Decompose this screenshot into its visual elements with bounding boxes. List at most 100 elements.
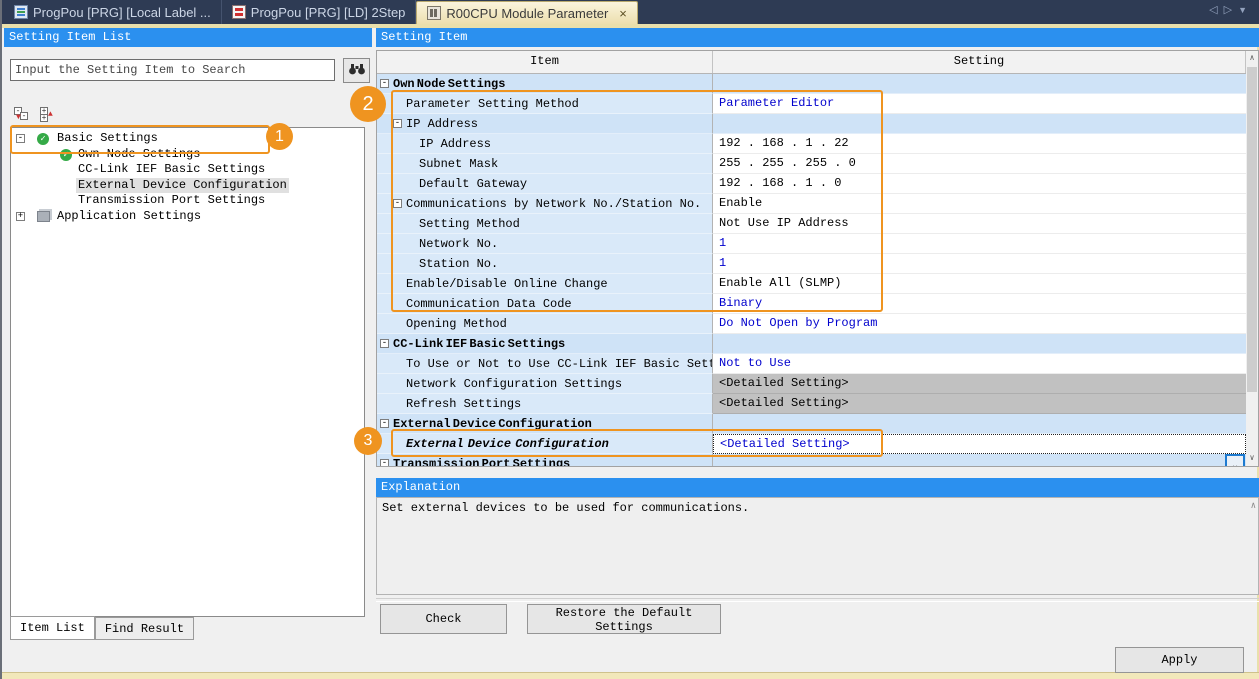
table-scrollbar[interactable]: ∧ ∨ <box>1246 52 1258 466</box>
tree-toggle-icon[interactable]: - <box>16 134 25 143</box>
table-row[interactable]: Enable/Disable Online ChangeEnable All (… <box>377 274 1258 294</box>
tree-item[interactable]: External Device Configuration <box>11 178 364 194</box>
row-toggle-icon[interactable]: - <box>380 79 389 88</box>
setting-value: Do Not Open by Program <box>719 314 877 333</box>
tree-toggle-icon[interactable]: + <box>16 212 25 221</box>
setting-value: Parameter Editor <box>719 94 834 113</box>
item-cell: Parameter Setting Method <box>377 94 713 114</box>
item-label: External Device Configuration <box>393 414 592 434</box>
setting-cell[interactable]: Enable All (SLMP) <box>713 274 1246 294</box>
restore-defaults-button[interactable]: Restore the Default Settings <box>527 604 721 634</box>
document-tab-2[interactable]: ProgPou [PRG] [LD] 2Step <box>222 0 417 24</box>
find-button[interactable] <box>343 58 370 83</box>
table-row[interactable]: -CC-Link IEF Basic Settings <box>377 334 1258 354</box>
expand-all-icon[interactable]: ++ ▲ <box>40 107 58 122</box>
close-icon[interactable]: × <box>619 7 627 20</box>
setting-cell[interactable]: <Detailed Setting> <box>713 374 1246 394</box>
apply-button[interactable]: Apply <box>1115 647 1244 673</box>
tree-item[interactable]: CC-Link IEF Basic Settings <box>11 162 364 178</box>
row-toggle-icon[interactable]: - <box>393 199 402 208</box>
item-label: Parameter Setting Method <box>406 94 579 114</box>
table-row[interactable]: IP Address192 . 168 . 1 . 22 <box>377 134 1258 154</box>
scroll-up-icon[interactable]: ∧ <box>1246 52 1258 66</box>
setting-cell[interactable]: Parameter Editor <box>713 94 1246 114</box>
explanation-text: Set external devices to be used for comm… <box>376 497 1259 595</box>
setting-cell[interactable] <box>713 74 1246 94</box>
document-tab-1[interactable]: ProgPou [PRG] [Local Label ... <box>4 0 222 24</box>
setting-cell[interactable] <box>713 414 1246 434</box>
table-row[interactable]: -Own Node Settings <box>377 74 1258 94</box>
table-row[interactable]: To Use or Not to Use CC-Link IEF Basic S… <box>377 354 1258 374</box>
table-row[interactable]: -External Device Configuration <box>377 414 1258 434</box>
table-row[interactable]: External Device Configuration<Detailed S… <box>377 434 1258 454</box>
next-tab-icon[interactable]: ▷ <box>1224 3 1236 16</box>
setting-cell[interactable]: <Detailed Setting> <box>713 434 1246 454</box>
setting-cell[interactable]: <Detailed Setting> <box>713 394 1246 414</box>
item-cell: -Transmission Port Settings <box>377 454 713 467</box>
setting-cell[interactable]: Not to Use <box>713 354 1246 374</box>
table-row[interactable]: -Communications by Network No./Station N… <box>377 194 1258 214</box>
table-row[interactable]: Network No.1 <box>377 234 1258 254</box>
table-row[interactable]: Setting MethodNot Use IP Address <box>377 214 1258 234</box>
table-column-header: Item Setting <box>377 51 1258 74</box>
tree-item[interactable]: + Application Settings <box>11 209 364 225</box>
collapse-all-icon[interactable]: -- ▼ <box>14 107 32 122</box>
setting-cell[interactable]: Do Not Open by Program <box>713 314 1246 334</box>
item-cell: Subnet Mask <box>377 154 713 174</box>
row-toggle-icon[interactable]: - <box>380 419 389 428</box>
table-row[interactable]: -Transmission Port Settings <box>377 454 1258 467</box>
item-label: Transmission Port Settings <box>393 454 570 467</box>
setting-cell[interactable]: 255 . 255 . 255 . 0 <box>713 154 1246 174</box>
table-row[interactable]: Parameter Setting Method Parameter Editor <box>377 94 1258 114</box>
prev-tab-icon[interactable]: ◁ <box>1209 3 1221 16</box>
item-label: Refresh Settings <box>406 394 521 414</box>
item-label: Default Gateway <box>419 174 527 194</box>
row-toggle-icon[interactable]: - <box>380 459 389 467</box>
tree-item[interactable]: -✓Basic Settings <box>11 131 364 147</box>
setting-cell[interactable]: 192 . 168 . 1 . 22 <box>713 134 1246 154</box>
search-input[interactable] <box>10 59 335 81</box>
table-row[interactable]: Opening MethodDo Not Open by Program <box>377 314 1258 334</box>
setting-cell[interactable] <box>713 454 1246 467</box>
table-row[interactable]: Subnet Mask255 . 255 . 255 . 0 <box>377 154 1258 174</box>
setting-cell[interactable]: Binary <box>713 294 1246 314</box>
setting-item-header: Setting Item <box>376 28 1259 47</box>
setting-cell[interactable]: 192 . 168 . 1 . 0 <box>713 174 1246 194</box>
row-toggle-icon[interactable]: - <box>393 119 402 128</box>
setting-cell[interactable]: Enable <box>713 194 1246 214</box>
setting-item-list-panel: Setting Item List -- ▼ <box>4 28 372 641</box>
setting-cell[interactable] <box>713 334 1246 354</box>
tree-item-label: External Device Configuration <box>76 178 289 194</box>
setting-cell[interactable]: 1 <box>713 234 1246 254</box>
row-toggle-icon[interactable]: - <box>380 339 389 348</box>
tree-item[interactable]: ✓Own Node Settings <box>11 147 364 163</box>
item-cell: Refresh Settings <box>377 394 713 414</box>
table-row[interactable]: Refresh Settings <Detailed Setting> <box>377 394 1258 414</box>
setting-cell[interactable] <box>713 114 1246 134</box>
table-row[interactable]: -IP Address <box>377 114 1258 134</box>
setting-item-tree: -✓Basic Settings✓Own Node SettingsCC-Lin… <box>10 127 365 617</box>
document-tab-bar: ProgPou [PRG] [Local Label ...ProgPou [P… <box>2 0 1259 24</box>
browse-button[interactable]: .. <box>1225 454 1245 467</box>
setting-value: Enable <box>719 194 762 213</box>
table-row[interactable]: Network Configuration Settings<Detailed … <box>377 374 1258 394</box>
tree-item-label: Application Settings <box>55 209 203 225</box>
tree-item[interactable]: Transmission Port Settings <box>11 193 364 209</box>
app-window: ProgPou [PRG] [Local Label ...ProgPou [P… <box>0 0 1259 679</box>
table-row[interactable]: Station No.1 <box>377 254 1258 274</box>
scrollbar-thumb[interactable] <box>1247 67 1257 392</box>
tab-find-result[interactable]: Find Result <box>95 617 194 640</box>
setting-cell[interactable]: 1 <box>713 254 1246 274</box>
table-row[interactable]: Communication Data CodeBinary <box>377 294 1258 314</box>
document-tab-3[interactable]: R00CPU Module Parameter× <box>416 1 637 24</box>
binoculars-icon <box>348 62 366 79</box>
scroll-down-icon[interactable]: ∨ <box>1246 452 1258 466</box>
setting-value: 192 . 168 . 1 . 0 <box>719 174 841 193</box>
check-button[interactable]: Check <box>380 604 507 634</box>
tab-list-icon[interactable]: ▼ <box>1238 5 1251 15</box>
item-cell: -External Device Configuration <box>377 414 713 434</box>
tab-item-list[interactable]: Item List <box>10 616 95 640</box>
table-row[interactable]: Default Gateway 192 . 168 . 1 . 0 <box>377 174 1258 194</box>
explanation-scroll-up-icon[interactable]: ∧ <box>1251 501 1256 511</box>
setting-cell[interactable]: Not Use IP Address <box>713 214 1246 234</box>
